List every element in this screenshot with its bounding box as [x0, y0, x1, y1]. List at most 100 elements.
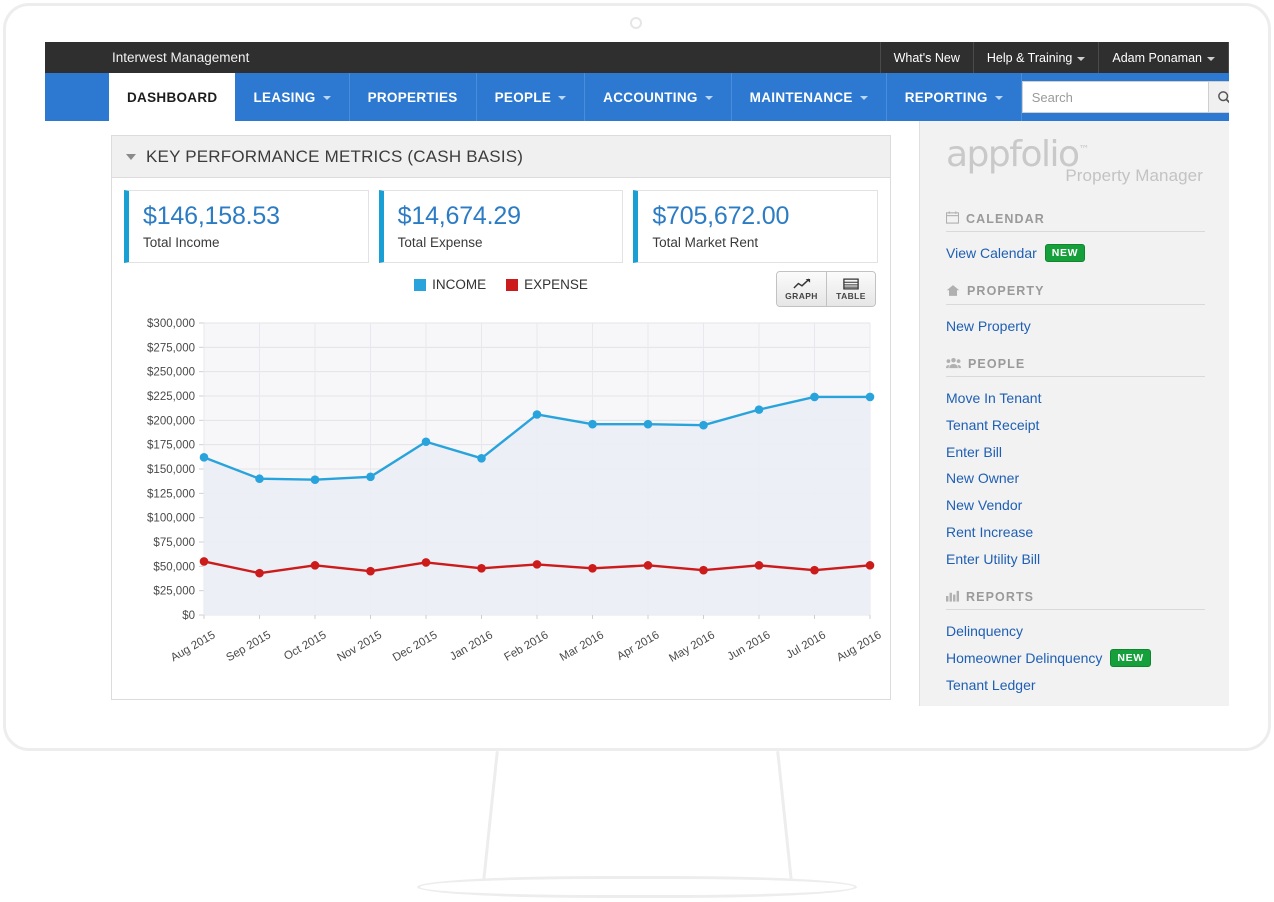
- chevron-down-icon: [704, 96, 713, 100]
- utility-item-user-menu[interactable]: Adam Ponaman: [1098, 42, 1229, 73]
- nav-tab-leasing[interactable]: LEASING: [235, 73, 350, 121]
- sidebar-link-rent-increase[interactable]: Rent Increase: [946, 519, 1205, 546]
- chart-xtick-label: Apr 2016: [615, 629, 661, 663]
- chart-point-expense[interactable]: [865, 561, 875, 570]
- chart-point-expense[interactable]: [255, 568, 264, 578]
- chart-point-income[interactable]: [310, 475, 320, 485]
- chart-point-income[interactable]: [199, 453, 209, 462]
- income-expense-line-chart[interactable]: $300,000 $275,000 $250,000 $225,000 $200,000…: [112, 309, 890, 697]
- graph-view-button[interactable]: GRAPH: [777, 272, 826, 306]
- bar-chart-icon: [946, 590, 959, 604]
- chart-ytick-label: $275,000: [147, 342, 195, 354]
- chart-ytick-label: $150,000: [147, 464, 195, 476]
- sidebar-section-calendar: CALENDAR: [945, 202, 1205, 232]
- utility-bar-spacer: [263, 42, 879, 73]
- utility-item-help-training[interactable]: Help & Training: [972, 42, 1098, 73]
- chart-point-income[interactable]: [754, 405, 764, 414]
- main-navigation: DASHBOARD LEASING PROPERTIES PEOPLE ACCO…: [45, 73, 1229, 121]
- sidebar-link-label: Income Statement: [946, 703, 1060, 706]
- chart-point-expense[interactable]: [588, 563, 597, 573]
- chart-point-expense[interactable]: [810, 565, 819, 575]
- search-box: [1021, 81, 1229, 113]
- panel-collapse-icon[interactable]: [126, 153, 136, 160]
- sidebar-link-enter-bill[interactable]: Enter Bill: [946, 439, 1205, 466]
- chart-point-income[interactable]: [532, 410, 542, 419]
- app-window: Interwest Management What's New Help & T…: [45, 42, 1229, 706]
- legend-item-income[interactable]: INCOME: [414, 277, 486, 292]
- sidebar-link-delinquency[interactable]: Delinquency: [946, 618, 1205, 645]
- kpi-tile-total-income: $146,158.53 Total Income: [124, 190, 369, 263]
- nav-tab-properties[interactable]: PROPERTIES: [350, 73, 477, 121]
- chart-point-income[interactable]: [477, 453, 486, 463]
- toggle-label: TABLE: [836, 290, 866, 301]
- sidebar-link-enter-utility-bill[interactable]: Enter Utility Bill: [946, 546, 1205, 573]
- kpi-label: Total Market Rent: [652, 235, 759, 250]
- sidebar-link-homeowner-delinquency[interactable]: Homeowner Delinquency NEW: [946, 645, 1205, 672]
- chevron-down-icon: [994, 96, 1003, 100]
- sidebar-link-view-calendar[interactable]: View Calendar NEW: [946, 240, 1205, 267]
- chart-point-income[interactable]: [810, 392, 819, 402]
- nav-tab-maintenance[interactable]: MAINTENANCE: [732, 73, 887, 121]
- nav-tab-label: ACCOUNTING: [603, 89, 698, 105]
- nav-tab-dashboard[interactable]: DASHBOARD: [109, 73, 236, 121]
- sidebar-link-new-owner[interactable]: New Owner: [946, 465, 1205, 492]
- webcam-icon: [630, 17, 642, 29]
- kpi-row: $146,158.53 Total Income $14,674.29 Tota…: [112, 178, 890, 269]
- kpi-label: Total Income: [143, 235, 220, 250]
- chart-point-expense[interactable]: [754, 561, 764, 570]
- kpi-label: Total Expense: [397, 235, 483, 250]
- nav-tab-label: DASHBOARD: [127, 89, 218, 105]
- chart-point-income[interactable]: [366, 472, 375, 482]
- chart-xtick-label: Jul 2016: [784, 629, 828, 661]
- status-badge: NEW: [1044, 244, 1086, 263]
- chart-point-income[interactable]: [643, 419, 653, 429]
- chart-point-expense[interactable]: [699, 565, 708, 575]
- search-input[interactable]: [1021, 81, 1208, 113]
- sidebar-link-tenant-ledger[interactable]: Tenant Ledger: [946, 672, 1205, 699]
- chart-point-income[interactable]: [255, 474, 264, 484]
- sidebar-sections: CALENDAR View Calendar NEW PROPERTY New Prop…: [945, 202, 1205, 706]
- chart-point-expense[interactable]: [532, 560, 542, 569]
- sidebar-link-new-vendor[interactable]: New Vendor: [946, 492, 1205, 519]
- logo-trademark: ™: [1078, 143, 1090, 156]
- chart-point-expense[interactable]: [199, 557, 209, 566]
- table-view-button[interactable]: TABLE: [826, 272, 875, 306]
- chart-point-income[interactable]: [865, 392, 875, 402]
- chart-point-expense[interactable]: [643, 561, 653, 570]
- chart-xtick-label: Jan 2016: [448, 629, 495, 663]
- monitor-stand-base: [417, 876, 857, 898]
- chart-ytick-label: $125,000: [147, 488, 195, 500]
- sidebar-link-move-in-tenant[interactable]: Move In Tenant: [946, 385, 1205, 412]
- monitor-stand-right-leg: [776, 751, 793, 881]
- chart-ytick-label: $0: [182, 610, 195, 622]
- legend-item-expense[interactable]: EXPENSE: [506, 277, 588, 292]
- search-button[interactable]: [1207, 81, 1229, 113]
- utility-item-label: Adam Ponaman: [1112, 50, 1202, 65]
- chart-ytick-label: $300,000: [147, 318, 195, 330]
- sidebar-link-label: Delinquency: [946, 623, 1024, 640]
- nav-tab-people[interactable]: PEOPLE: [477, 73, 586, 121]
- sidebar-link-label: New Owner: [946, 470, 1020, 487]
- chart-xtick-label: Nov 2015: [335, 629, 384, 664]
- legend-label: EXPENSE: [524, 277, 588, 292]
- legend-swatch-expense: [506, 278, 519, 291]
- chart-point-expense[interactable]: [421, 558, 431, 567]
- nav-tab-label: PROPERTIES: [367, 89, 458, 105]
- chart-point-income[interactable]: [421, 437, 431, 447]
- sidebar-link-income-statement[interactable]: Income Statement: [946, 699, 1205, 706]
- chart-point-expense[interactable]: [366, 566, 375, 576]
- chart-point-expense[interactable]: [310, 561, 320, 570]
- sidebar-link-label: New Vendor: [946, 497, 1023, 514]
- sidebar-link-tenant-receipt[interactable]: Tenant Receipt: [946, 412, 1205, 439]
- chevron-down-icon: [859, 96, 868, 100]
- sidebar-link-new-property[interactable]: New Property: [946, 313, 1205, 340]
- chart-point-expense[interactable]: [477, 563, 486, 573]
- nav-tab-accounting[interactable]: ACCOUNTING: [585, 73, 732, 121]
- utility-item-whats-new[interactable]: What's New: [879, 42, 973, 73]
- kpi-value: $705,672.00: [652, 202, 790, 230]
- nav-tab-reporting[interactable]: REPORTING: [887, 73, 1022, 121]
- chart-point-income[interactable]: [588, 419, 597, 429]
- kpi-value: $146,158.53: [143, 202, 280, 230]
- chart-point-income[interactable]: [699, 420, 708, 430]
